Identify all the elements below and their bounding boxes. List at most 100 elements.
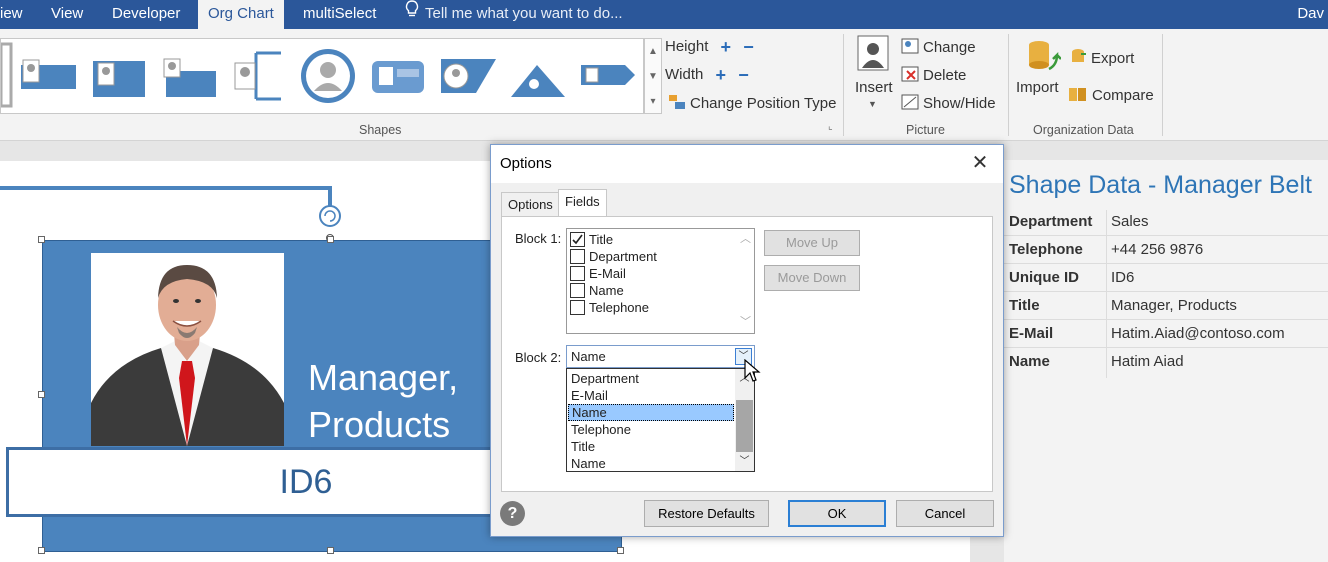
checkbox-icon[interactable] — [570, 249, 585, 264]
shape-data-value[interactable]: +44 256 9876 — [1111, 236, 1203, 264]
lightbulb-icon — [405, 0, 419, 28]
height-increase-icon[interactable]: + — [721, 38, 732, 56]
block1-scrollbar[interactable]: ︿ ﹀ — [737, 229, 754, 333]
shape-data-row[interactable]: Name Hatim Aiad — [1004, 348, 1328, 376]
shape-title-text: Manager, Products — [308, 354, 458, 448]
block1-item-label: Name — [589, 283, 624, 298]
compare-data-button[interactable]: Compare — [1068, 85, 1154, 107]
selection-handle[interactable] — [617, 547, 624, 554]
shape-style-3[interactable] — [163, 58, 216, 97]
gallery-up-icon[interactable]: ▲ — [645, 39, 661, 64]
shape-data-row[interactable]: Unique ID ID6 — [1004, 264, 1328, 292]
dropdown-option-selected[interactable]: Name — [568, 404, 734, 421]
show-hide-picture-button[interactable]: Show/Hide — [901, 94, 996, 114]
change-picture-button[interactable]: Change — [901, 38, 976, 58]
shapes-dialog-launcher-icon[interactable]: ⌞ — [828, 121, 833, 132]
connector-line[interactable] — [0, 186, 360, 246]
tab-developer[interactable]: Developer — [102, 0, 190, 29]
ribbon: ▲ ▼ ▾ Height + − Width + − Change Positi… — [0, 29, 1328, 141]
scroll-up-icon[interactable]: ︿ — [737, 231, 754, 248]
scrollbar-thumb[interactable] — [736, 400, 753, 452]
selection-handle[interactable] — [38, 236, 45, 243]
shape-data-row[interactable]: Telephone +44 256 9876 — [1004, 236, 1328, 264]
dropdown-option[interactable]: Title — [568, 438, 734, 455]
shape-data-value[interactable]: ID6 — [1111, 264, 1134, 292]
checkbox-icon[interactable] — [570, 283, 585, 298]
import-label[interactable]: Import — [1016, 79, 1059, 96]
shape-style-7[interactable] — [441, 59, 496, 93]
dropdown-option[interactable]: Name — [568, 455, 734, 472]
insert-dropdown-icon[interactable]: ▼ — [868, 99, 877, 109]
ok-button[interactable]: OK — [788, 500, 886, 527]
width-increase-icon[interactable]: + — [716, 66, 727, 84]
selection-handle[interactable] — [38, 547, 45, 554]
block1-item-department[interactable]: Department — [570, 248, 657, 265]
shape-data-value[interactable]: Hatim.Aiad@contoso.com — [1111, 320, 1285, 348]
shape-style-1[interactable] — [21, 59, 76, 89]
dropdown-option[interactable]: Telephone — [568, 421, 734, 438]
width-label: Width — [665, 66, 704, 83]
insert-label[interactable]: Insert — [855, 79, 893, 96]
tab-fields[interactable]: Fields — [558, 189, 607, 217]
shape-style-2[interactable] — [93, 61, 145, 97]
dialog-titlebar[interactable]: Options ✕ — [491, 145, 1003, 183]
tell-me-text: Tell me what you want to do... — [425, 5, 623, 22]
selection-handle[interactable] — [327, 547, 334, 554]
move-up-button[interactable]: Move Up — [764, 230, 860, 256]
shape-data-row[interactable]: Title Manager, Products — [1004, 292, 1328, 320]
dropdown-option[interactable]: E-Mail — [568, 387, 734, 404]
gallery-down-icon[interactable]: ▼ — [645, 64, 661, 89]
block1-item-telephone[interactable]: Telephone — [570, 299, 649, 316]
shape-data-row[interactable]: Department Sales — [1004, 208, 1328, 236]
block1-item-title[interactable]: Title — [570, 231, 613, 248]
block2-combobox[interactable]: Name ﹀ — [566, 345, 755, 368]
cancel-button[interactable]: Cancel — [896, 500, 994, 527]
shape-data-value[interactable]: Hatim Aiad — [1111, 348, 1184, 376]
selection-handle[interactable] — [38, 391, 45, 398]
help-icon[interactable]: ? — [500, 501, 525, 526]
shape-style-4[interactable] — [234, 51, 281, 101]
shape-style-6[interactable] — [372, 61, 424, 93]
change-label: Change — [923, 38, 976, 56]
change-position-type-button[interactable]: Change Position Type — [668, 94, 837, 114]
rotation-handle-icon — [319, 205, 341, 227]
tab-multiselect[interactable]: multiSelect — [293, 0, 386, 29]
delete-picture-button[interactable]: Delete — [901, 66, 966, 86]
block2-dropdown-list[interactable]: Department E-Mail Name Telephone Title N… — [566, 368, 755, 472]
selection-handle[interactable] — [327, 236, 334, 243]
export-data-button[interactable]: Export — [1071, 48, 1134, 70]
tab-review[interactable]: iew — [0, 0, 33, 29]
import-data-button[interactable] — [1025, 39, 1062, 79]
shape-style-8[interactable] — [511, 65, 565, 97]
shape-style-5[interactable] — [301, 49, 355, 103]
shape-data-key: Telephone — [1009, 241, 1083, 258]
close-icon[interactable]: ✕ — [969, 153, 991, 175]
shape-data-title: Shape Data - Manager Belt — [1009, 171, 1312, 199]
restore-defaults-button[interactable]: Restore Defaults — [644, 500, 769, 527]
block1-field-list[interactable]: Title Department E-Mail Name Telephone ︿… — [566, 228, 755, 334]
shape-data-value[interactable]: Manager, Products — [1111, 292, 1237, 320]
move-down-button[interactable]: Move Down — [764, 265, 860, 291]
user-name[interactable]: Dav — [1297, 0, 1328, 29]
tab-view[interactable]: View — [41, 0, 93, 29]
tell-me-search[interactable]: Tell me what you want to do... — [405, 0, 623, 29]
block1-item-name[interactable]: Name — [570, 282, 624, 299]
tab-options[interactable]: Options — [501, 192, 560, 216]
width-decrease-icon[interactable]: − — [738, 66, 749, 84]
tab-org-chart[interactable]: Org Chart — [198, 0, 284, 29]
dropdown-scrollbar[interactable]: ︿ ﹀ — [735, 369, 754, 471]
gallery-scroll[interactable]: ▲ ▼ ▾ — [644, 38, 662, 114]
scroll-down-icon[interactable]: ﹀ — [737, 314, 754, 331]
checkbox-checked-icon[interactable] — [570, 232, 585, 247]
height-decrease-icon[interactable]: − — [743, 38, 754, 56]
shape-data-row[interactable]: E-Mail Hatim.Aiad@contoso.com — [1004, 320, 1328, 348]
dropdown-option[interactable]: Department — [568, 370, 734, 387]
checkbox-icon[interactable] — [570, 300, 585, 315]
insert-picture-button[interactable] — [855, 35, 891, 75]
checkbox-icon[interactable] — [570, 266, 585, 281]
scroll-down-icon[interactable]: ﹀ — [735, 453, 754, 470]
gallery-more-icon[interactable]: ▾ — [645, 89, 661, 114]
shape-style-9[interactable] — [581, 65, 635, 85]
shape-data-value[interactable]: Sales — [1111, 208, 1149, 236]
block1-item-email[interactable]: E-Mail — [570, 265, 626, 282]
